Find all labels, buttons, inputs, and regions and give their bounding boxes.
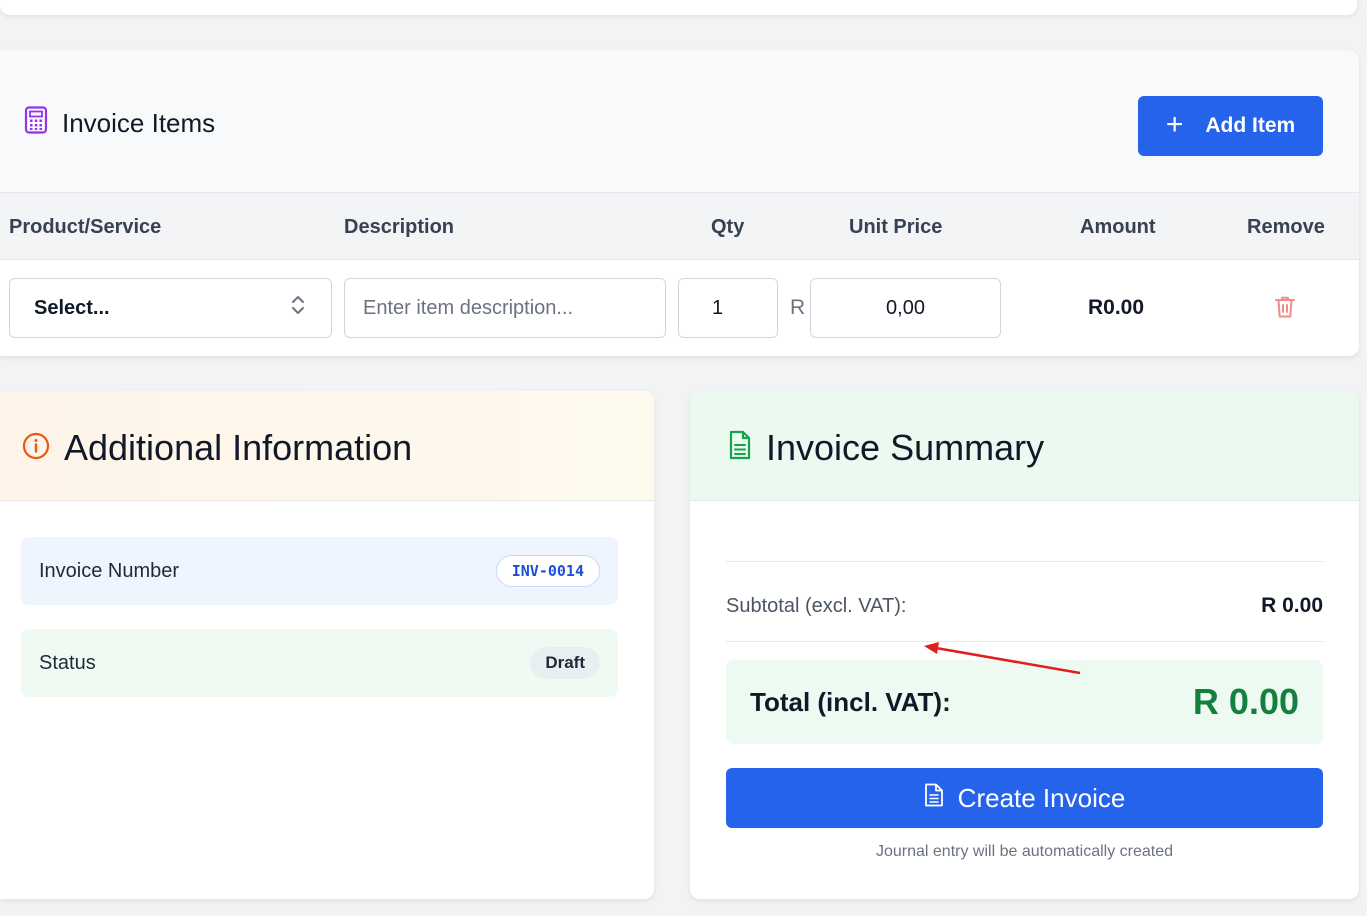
column-header-unit-price: Unit Price	[849, 216, 943, 238]
invoice-number-badge: INV-0014	[495, 555, 600, 587]
total-value: R 0.00	[1192, 681, 1299, 722]
column-header-amount: Amount	[1080, 216, 1156, 238]
previous-card	[0, 0, 1357, 15]
document-icon	[728, 427, 752, 469]
document-icon	[924, 783, 944, 814]
product-select-value: Select...	[34, 296, 110, 319]
column-header-product: Product/Service	[9, 216, 162, 238]
calculator-icon	[24, 105, 48, 141]
invoice-items-heading: Invoice Items	[24, 105, 216, 141]
add-item-button[interactable]: + Add Item	[1138, 96, 1323, 156]
items-table-header: Product/Service Description Qty Unit Pri…	[0, 192, 1359, 260]
unit-price-input[interactable]: 0,00	[810, 278, 1001, 338]
subtotal-value: R 0.00	[1261, 594, 1323, 617]
invoice-number-row: Invoice Number INV-0014	[21, 537, 618, 605]
invoice-summary-heading: Invoice Summary	[728, 427, 1044, 469]
invoice-summary-title: Invoice Summary	[766, 427, 1045, 468]
column-header-remove: Remove	[1247, 216, 1325, 238]
subtotal-label: Subtotal (excl. VAT):	[726, 595, 907, 617]
additional-information-title: Additional Information	[64, 427, 413, 468]
currency-symbol: R	[790, 296, 806, 319]
product-select[interactable]: Select...	[9, 278, 332, 338]
status-row: Status Draft	[21, 629, 618, 697]
status-badge: Draft	[530, 647, 600, 679]
total-box: Total (incl. VAT): R 0.00	[726, 660, 1323, 744]
additional-information-header: Additional Information	[0, 391, 654, 501]
plus-icon: +	[1165, 107, 1184, 141]
qty-input[interactable]: 1	[678, 278, 778, 338]
trash-icon[interactable]	[1274, 295, 1296, 324]
journal-entry-note: Journal entry will be automatically crea…	[875, 843, 1174, 860]
invoice-items-header: Invoice Items + Add Item	[0, 50, 1359, 192]
invoice-items-card: Invoice Items + Add Item Product/Service…	[0, 50, 1359, 356]
total-label: Total (incl. VAT):	[750, 686, 951, 717]
description-placeholder: Enter item description...	[363, 296, 574, 319]
additional-information-heading: Additional Information	[22, 427, 412, 469]
invoice-number-label: Invoice Number	[39, 559, 180, 582]
table-row: Select... Enter item description... 1 R …	[0, 260, 1359, 356]
invoice-items-title: Invoice Items	[62, 107, 216, 138]
invoice-summary-card: Invoice Summary Subtotal (excl. VAT): R …	[690, 391, 1359, 899]
additional-information-card: Additional Information Invoice Number IN…	[0, 391, 654, 899]
create-invoice-label: Create Invoice	[957, 782, 1126, 813]
qty-value: 1	[712, 296, 724, 319]
description-input[interactable]: Enter item description...	[344, 278, 666, 338]
column-header-description: Description	[344, 216, 455, 238]
info-icon	[22, 427, 50, 469]
row-amount: R0.00	[1088, 296, 1145, 319]
create-invoice-button[interactable]: Create Invoice	[726, 768, 1323, 828]
summary-divider	[726, 641, 1323, 642]
column-header-qty: Qty	[711, 216, 745, 238]
unit-price-value: 0,00	[886, 296, 925, 319]
status-label: Status	[39, 651, 96, 674]
add-item-label: Add Item	[1205, 114, 1296, 137]
invoice-summary-header: Invoice Summary	[690, 391, 1359, 501]
chevron-up-down-icon	[291, 294, 305, 322]
summary-divider	[726, 561, 1323, 562]
